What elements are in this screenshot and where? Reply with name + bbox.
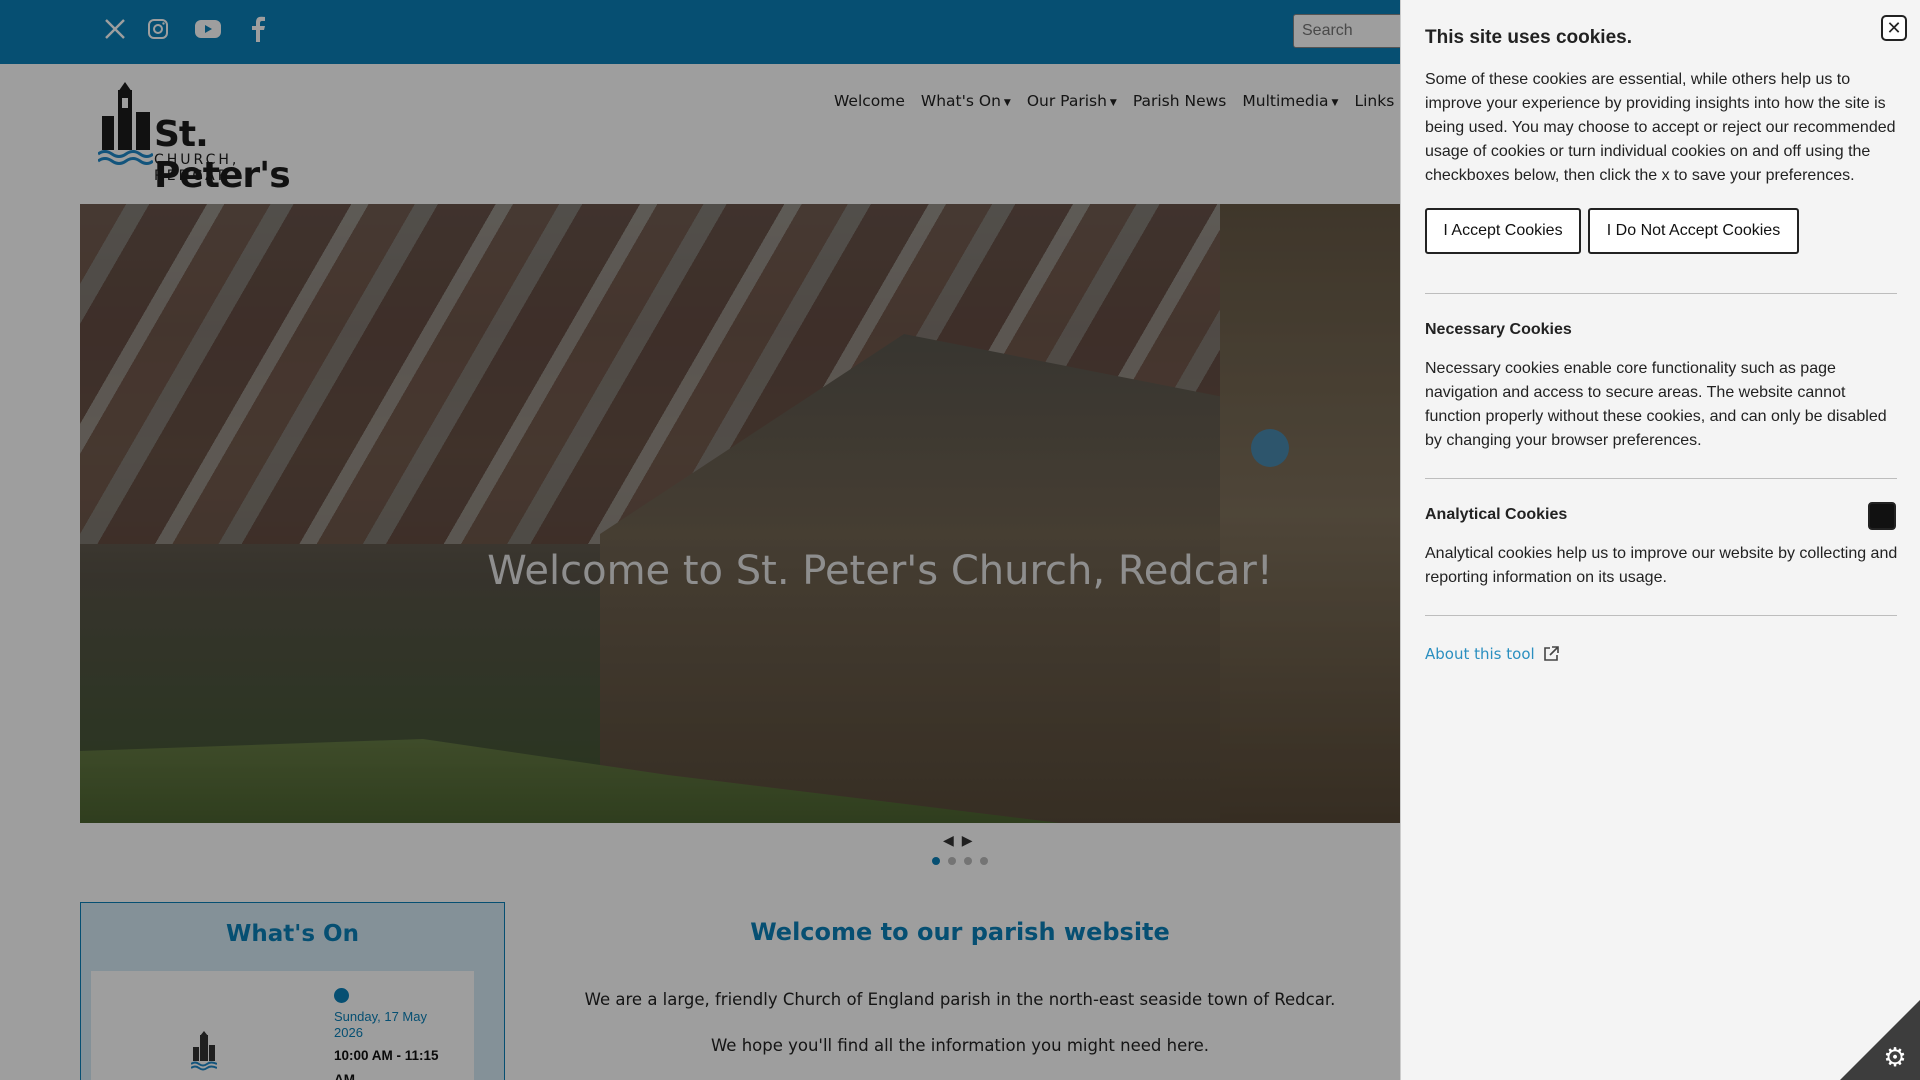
divider	[1425, 478, 1897, 479]
analytical-cookies-heading: Analytical Cookies	[1425, 506, 1568, 523]
gear-icon[interactable]: ⚙	[1880, 1042, 1910, 1072]
analytical-cookies-checkbox[interactable]	[1868, 502, 1896, 530]
necessary-cookies-text: Necessary cookies enable core functional…	[1425, 360, 1887, 449]
cookie-panel-title: This site uses cookies.	[1425, 27, 1632, 48]
about-this-tool-link[interactable]: About this tool	[1425, 645, 1559, 663]
external-link-icon	[1543, 646, 1559, 661]
reject-cookies-button[interactable]: I Do Not Accept Cookies	[1588, 208, 1799, 254]
analytical-cookies-text: Analytical cookies help us to improve ou…	[1425, 545, 1898, 586]
cookie-intro-text: Some of these cookies are essential, whi…	[1425, 71, 1896, 184]
close-icon[interactable]: ✕	[1881, 15, 1907, 41]
divider	[1425, 293, 1897, 294]
cookie-consent-panel: ✕ This site uses cookies. Some of these …	[1400, 0, 1920, 1080]
accept-cookies-button[interactable]: I Accept Cookies	[1425, 208, 1581, 254]
divider	[1425, 615, 1897, 616]
necessary-cookies-heading: Necessary Cookies	[1425, 321, 1572, 338]
